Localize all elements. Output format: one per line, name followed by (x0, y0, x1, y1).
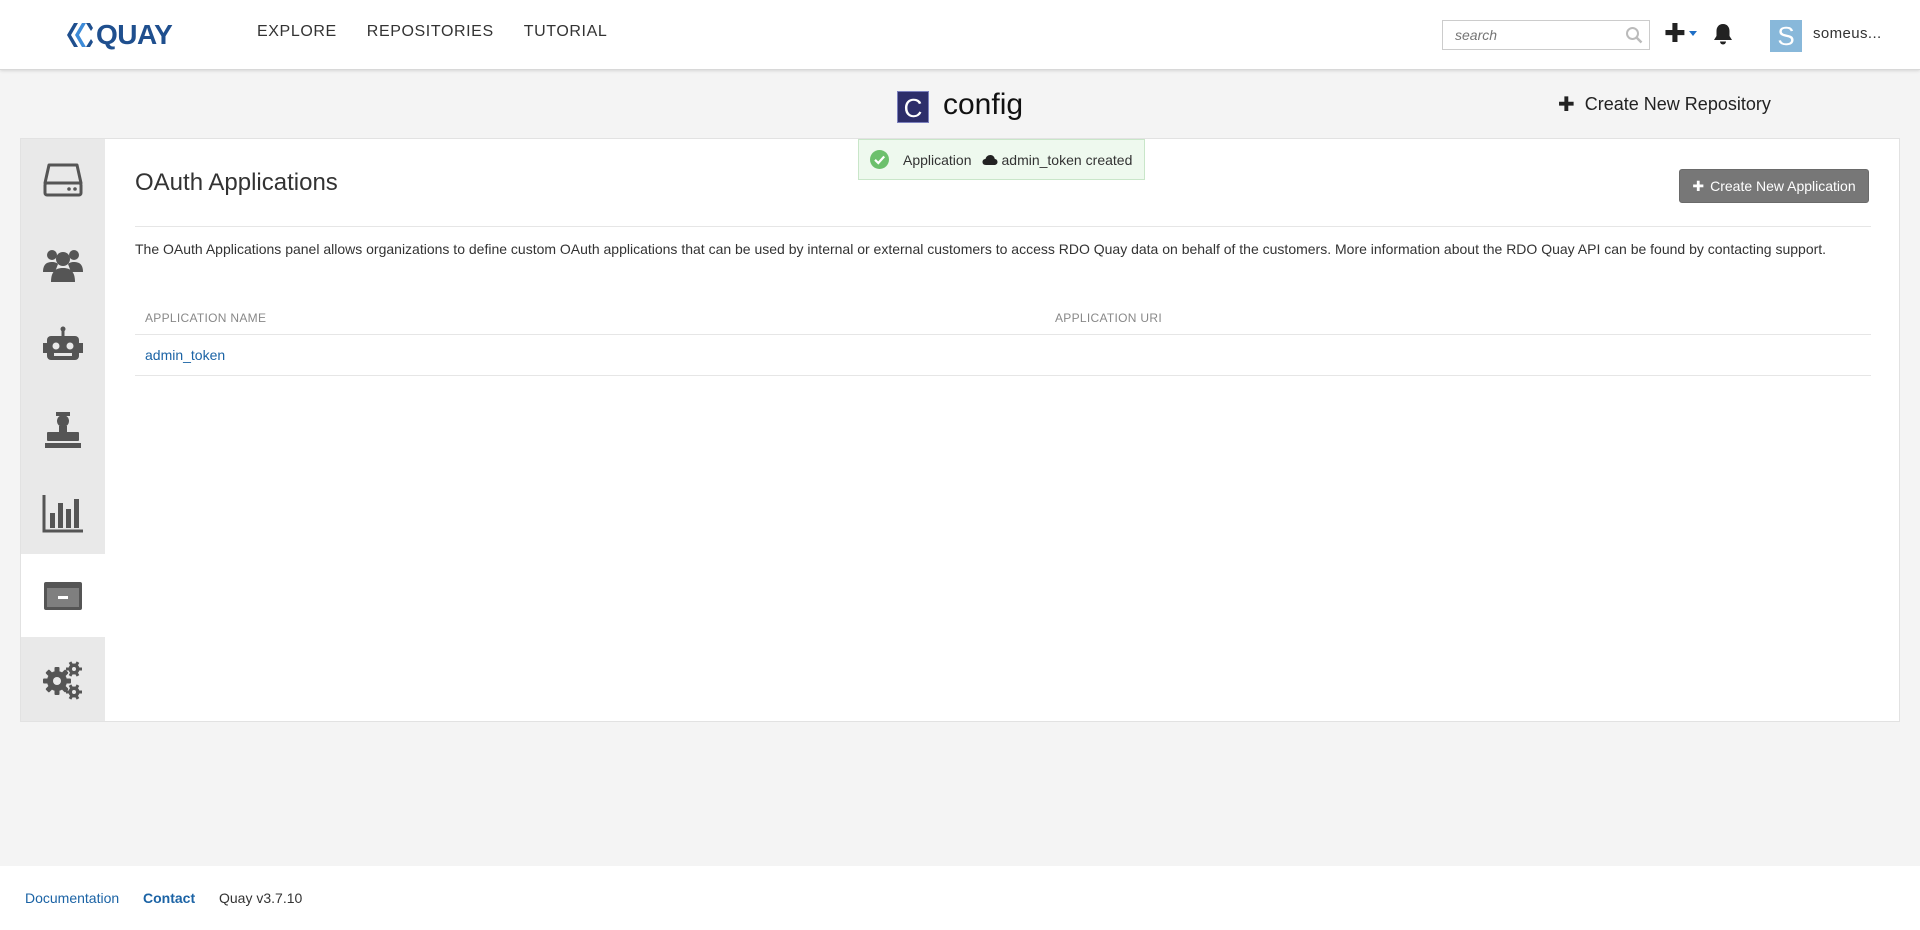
notification-suffix: created (1085, 151, 1133, 168)
create-new-repository-button[interactable]: ✚ Create New Repository (1558, 92, 1771, 117)
notification-app-name: admin_token (1001, 151, 1082, 168)
sidebar-item-teams[interactable] (21, 222, 105, 305)
footer-version: Quay v3.7.10 (219, 890, 303, 906)
plus-icon: ✚ (1558, 94, 1575, 116)
divider (135, 226, 1871, 227)
chevron-down-icon (1688, 30, 1697, 36)
robot-icon (43, 326, 83, 360)
section-description: The OAuth Applications panel allows orga… (135, 241, 1827, 257)
create-new-repository-label: Create New Repository (1584, 94, 1771, 114)
table-row: admin_token (135, 335, 1871, 376)
search-input[interactable] (1443, 21, 1623, 49)
table-header: APPLICATION NAME APPLICATION URI (135, 301, 1871, 335)
default-permissions-icon (45, 411, 81, 448)
cloud-icon (982, 154, 997, 165)
success-notification: Application admin_token created (858, 139, 1145, 180)
username[interactable]: someus... (1813, 25, 1882, 42)
nav-explore[interactable]: EXPLORE (257, 23, 337, 41)
users-icon (43, 249, 83, 282)
notifications-bell-icon[interactable] (1712, 22, 1734, 46)
oauth-applications-icon (44, 581, 82, 610)
footer-contact-link[interactable]: Contact (143, 890, 195, 906)
usage-chart-icon (42, 494, 83, 532)
create-menu-button[interactable]: ✚ (1664, 18, 1697, 48)
notification-prefix: Application (903, 151, 972, 168)
nav-tutorial[interactable]: TUTORIAL (524, 23, 608, 41)
top-navbar: QUAY EXPLORE REPOSITORIES TUTORIAL ✚ S s… (0, 0, 1920, 70)
sidebar-item-settings[interactable] (21, 637, 105, 720)
footer: Documentation Contact Quay v3.7.10 (0, 866, 1920, 930)
search-box (1442, 20, 1650, 50)
sidebar-item-repositories[interactable] (21, 139, 105, 222)
plus-icon: ✚ (1664, 18, 1686, 48)
create-new-application-button[interactable]: ✚ Create New Application (1679, 169, 1869, 203)
org-sidebar (21, 139, 105, 721)
settings-gears-icon (43, 660, 82, 700)
brand-name: QUAY (96, 19, 173, 50)
plus-icon: ✚ (1692, 177, 1705, 194)
org-avatar: C (897, 91, 929, 123)
footer-documentation-link[interactable]: Documentation (25, 890, 119, 906)
sidebar-item-usage-logs[interactable] (21, 471, 105, 554)
avatar[interactable]: S (1770, 20, 1802, 52)
sidebar-item-default-permissions[interactable] (21, 388, 105, 471)
nav-repositories[interactable]: REPOSITORIES (367, 23, 494, 41)
sidebar-item-oauth-applications[interactable] (21, 554, 105, 637)
main-nav: EXPLORE REPOSITORIES TUTORIAL (257, 23, 607, 41)
quay-logo[interactable]: QUAY (64, 18, 173, 52)
search-icon[interactable] (1625, 26, 1643, 44)
hdd-icon (43, 163, 83, 196)
quay-logo-icon (67, 23, 93, 47)
column-header-application-name[interactable]: APPLICATION NAME (145, 311, 266, 325)
column-header-application-uri[interactable]: APPLICATION URI (1055, 311, 1162, 325)
create-new-application-label: Create New Application (1710, 178, 1856, 194)
page-title: config (943, 88, 1024, 121)
check-circle-icon (870, 150, 889, 169)
sidebar-item-robot-accounts[interactable] (21, 305, 105, 388)
section-title: OAuth Applications (135, 169, 338, 196)
applications-table: APPLICATION NAME APPLICATION URI admin_t… (135, 301, 1871, 376)
org-panel: OAuth Applications ✚ Create New Applicat… (20, 138, 1900, 722)
application-name-link[interactable]: admin_token (145, 347, 225, 363)
